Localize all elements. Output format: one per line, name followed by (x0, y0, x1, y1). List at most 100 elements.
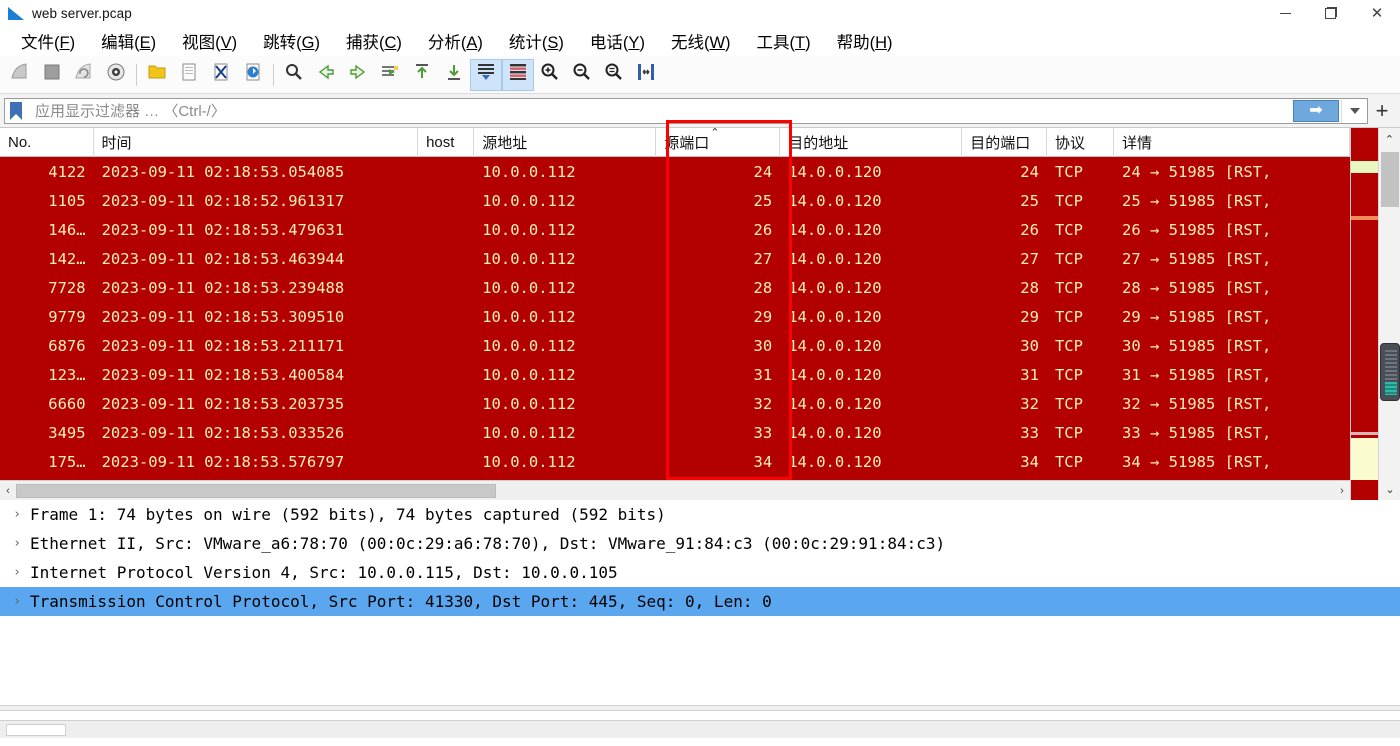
column-destination-address-header[interactable]: 目的地址 (780, 128, 963, 157)
menu-tools[interactable]: 工具(T) (744, 27, 824, 55)
table-row[interactable]: 123… 2023-09-11 02:18:53.400584 10.0.0.112… (0, 360, 1350, 389)
toolbar-go-to-first-button[interactable] (406, 59, 438, 91)
apply-filter-button[interactable]: ➡ (1293, 99, 1339, 122)
toolbar-go-back-button[interactable] (310, 59, 342, 91)
menu-mnemonic: A (466, 34, 478, 52)
chevron-left-icon[interactable]: ‹ (0, 485, 16, 497)
column-protocol-header[interactable]: 协议 (1047, 128, 1114, 157)
cell-destination-address: 14.0.0.120 (788, 365, 882, 384)
cell-source-port: 33 (753, 423, 773, 442)
menu-file[interactable]: 文件(F) (8, 27, 88, 55)
cell-destination-address: 14.0.0.120 (788, 220, 882, 239)
table-row[interactable]: 6660 2023-09-11 02:18:53.203735 10.0.0.112… (0, 389, 1350, 418)
toolbar-reload-file-button[interactable] (237, 59, 269, 91)
column-destination-port-header[interactable]: 目的端口 (962, 128, 1047, 157)
cell-source-address: 10.0.0.112 (482, 307, 576, 326)
toolbar-open-file-button[interactable] (141, 59, 173, 91)
table-row[interactable]: 4122 2023-09-11 02:18:53.054085 10.0.0.112… (0, 157, 1350, 186)
table-row[interactable]: 175… 2023-09-11 02:18:53.576797 10.0.0.112… (0, 447, 1350, 476)
expand-twisty-icon[interactable]: › (4, 565, 30, 580)
chevron-down-icon[interactable]: ⌄ (1379, 478, 1400, 500)
menu-go[interactable]: 跳转(G) (250, 27, 333, 55)
cell-destination-address: 14.0.0.120 (788, 162, 882, 181)
toolbar-find-packet-button[interactable] (278, 59, 310, 91)
cell-destination-port: 33 (1020, 423, 1039, 442)
auto-scroll-icon (475, 61, 497, 88)
packet-list-horizontal-scrollbar[interactable]: ‹ › (0, 480, 1350, 500)
detail-row-ipv4[interactable]: › Internet Protocol Version 4, Src: 10.0.… (0, 558, 1400, 587)
toolbar-restart-capture-button[interactable] (68, 59, 100, 91)
bookmark-icon[interactable] (5, 99, 27, 123)
restore-button[interactable] (1308, 0, 1354, 26)
toolbar-start-capture-button[interactable] (4, 59, 36, 91)
table-row[interactable]: 3495 2023-09-11 02:18:53.033526 10.0.0.112… (0, 418, 1350, 447)
toolbar-go-to-last-button[interactable] (438, 59, 470, 91)
detail-row-ethernet[interactable]: › Ethernet II, Src: VMware_a6:78:70 (00:0… (0, 529, 1400, 558)
cell-destination-port: 28 (1020, 278, 1039, 297)
column-source-port-header[interactable]: 源端口 ⌃ (656, 128, 781, 157)
toolbar-auto-scroll-button[interactable] (470, 58, 502, 91)
cell-source-address: 10.0.0.112 (482, 249, 576, 268)
menu-capture[interactable]: 捕获(C) (333, 27, 415, 55)
menu-label: 统计( (508, 34, 548, 52)
packet-list-minimap[interactable] (1350, 128, 1379, 500)
minimap-segment (1351, 173, 1379, 216)
toolbar-colorize-button[interactable] (502, 58, 534, 91)
add-filter-button[interactable]: + (1368, 97, 1396, 125)
menu-help[interactable]: 帮助(H) (824, 27, 906, 55)
detail-row-tcp[interactable]: › Transmission Control Protocol, Src Port… (0, 587, 1400, 616)
toolbar-capture-options-button[interactable] (100, 59, 132, 91)
toolbar-zoom-reset-button[interactable] (598, 59, 630, 91)
toolbar-zoom-in-button[interactable] (534, 59, 566, 91)
cell-destination-address: 14.0.0.120 (788, 307, 882, 326)
toolbar-save-file-button[interactable] (173, 59, 205, 91)
toolbar-go-forward-button[interactable] (342, 59, 374, 91)
menu-wireless[interactable]: 无线(W) (658, 27, 744, 55)
menu-view[interactable]: 视图(V) (169, 27, 250, 55)
column-source-address-header[interactable]: 源地址 (474, 128, 657, 157)
menu-statistics[interactable]: 统计(S) (496, 27, 577, 55)
toolbar-resize-columns-button[interactable] (630, 59, 662, 91)
chevron-up-icon[interactable]: ⌃ (1379, 128, 1400, 150)
column-info-header[interactable]: 详情 (1114, 128, 1350, 157)
table-row[interactable]: 7728 2023-09-11 02:18:53.239488 10.0.0.112… (0, 273, 1350, 302)
cell-destination-port: 26 (1020, 220, 1039, 239)
cell-no: 9779 (48, 307, 86, 326)
column-host-header[interactable]: host (418, 128, 475, 157)
menu-telephony[interactable]: 电话(Y) (577, 27, 658, 55)
filter-history-dropdown[interactable] (1341, 99, 1367, 122)
go-to-last-icon (443, 61, 465, 88)
column-time-header[interactable]: 时间 (94, 128, 419, 157)
display-filter-input[interactable]: 应用显示过滤器 … 〈Ctrl-/〉 ➡ (4, 97, 1368, 124)
table-row[interactable]: 1105 2023-09-11 02:18:52.961317 10.0.0.112… (0, 186, 1350, 215)
column-header-label: 协议 (1054, 134, 1085, 152)
packet-list-rows[interactable]: 4122 2023-09-11 02:18:53.054085 10.0.0.112… (0, 157, 1350, 480)
close-button[interactable]: ✕ (1354, 0, 1400, 26)
table-row[interactable]: 6876 2023-09-11 02:18:53.211171 10.0.0.112… (0, 331, 1350, 360)
scroll-grip-cursor[interactable] (1380, 343, 1400, 401)
detail-row-frame[interactable]: › Frame 1: 74 bytes on wire (592 bits), 7… (0, 500, 1400, 529)
menu-label-tail: ) (805, 34, 811, 52)
expand-twisty-icon[interactable]: › (4, 507, 30, 522)
toolbar-zoom-out-button[interactable] (566, 59, 598, 91)
minimap-segment (1351, 438, 1379, 480)
table-row[interactable]: 142… 2023-09-11 02:18:53.463944 10.0.0.112… (0, 244, 1350, 273)
menu-mnemonic: T (795, 34, 806, 52)
table-row[interactable]: 9779 2023-09-11 02:18:53.309510 10.0.0.112… (0, 302, 1350, 331)
cell-destination-port: 34 (1020, 452, 1039, 471)
toolbar-stop-capture-button[interactable] (36, 59, 68, 91)
menu-edit[interactable]: 编辑(E) (88, 27, 169, 55)
toolbar-close-file-button[interactable] (205, 59, 237, 91)
menu-analyze[interactable]: 分析(A) (415, 27, 496, 55)
column-no-header[interactable]: No. (0, 128, 94, 157)
packet-list-vertical-scrollbar[interactable]: ⌃ ⌄ (1378, 128, 1400, 500)
chevron-right-icon[interactable]: › (1334, 485, 1350, 497)
minimize-button[interactable] (1262, 0, 1308, 26)
vertical-scroll-thumb[interactable] (1381, 152, 1399, 207)
expand-twisty-icon[interactable]: › (4, 536, 30, 551)
horizontal-scroll-track[interactable] (16, 483, 1334, 498)
horizontal-scroll-thumb[interactable] (16, 483, 496, 498)
expand-twisty-icon[interactable]: › (4, 594, 30, 609)
table-row[interactable]: 146… 2023-09-11 02:18:53.479631 10.0.0.112… (0, 215, 1350, 244)
toolbar-go-to-packet-button[interactable] (374, 59, 406, 91)
